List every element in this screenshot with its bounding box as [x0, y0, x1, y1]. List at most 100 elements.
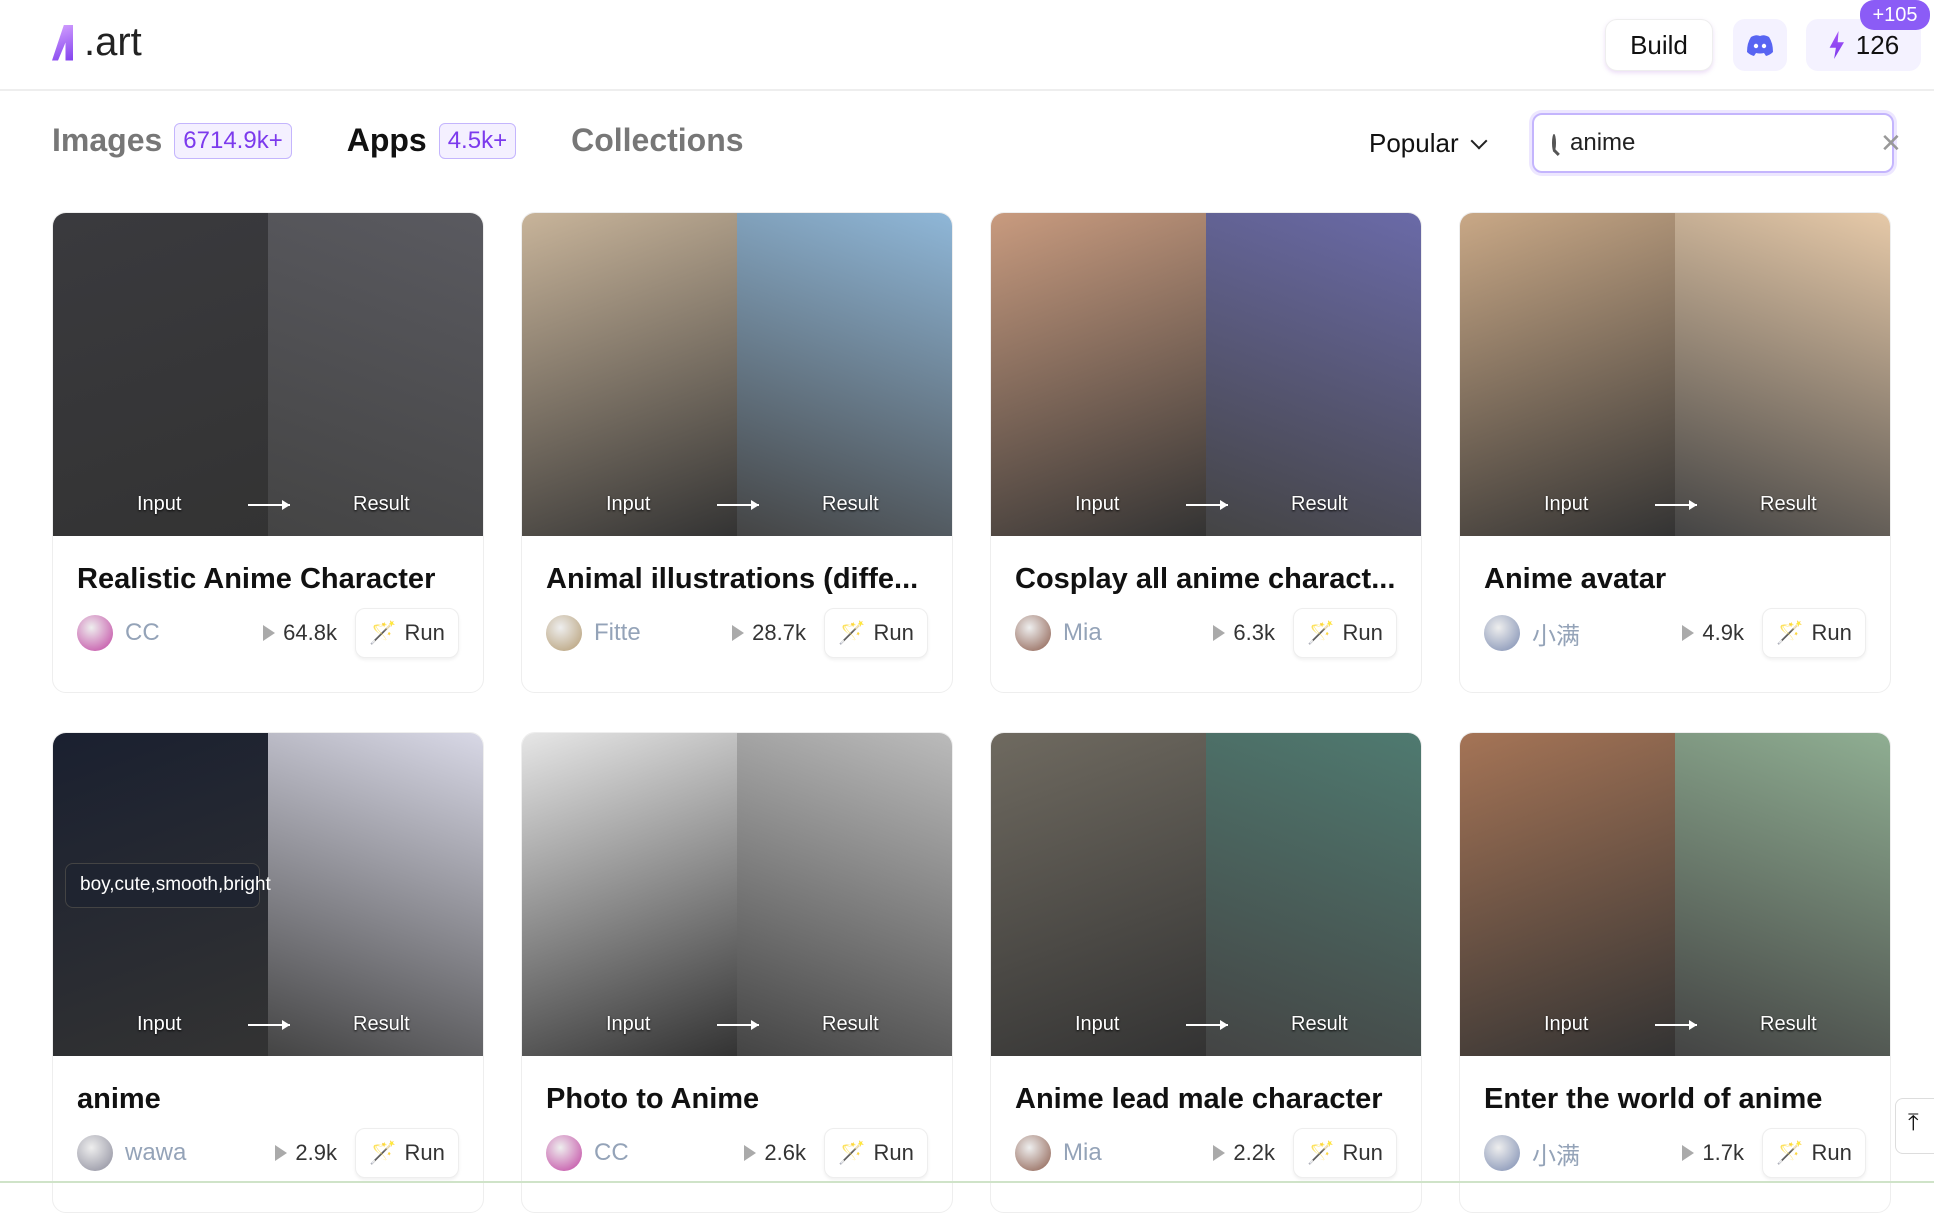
app-title: Anime avatar	[1484, 563, 1667, 595]
author-name[interactable]: Mia	[1063, 619, 1213, 647]
result-label: Result	[1291, 1013, 1348, 1035]
play-icon	[1682, 1145, 1695, 1161]
author-name[interactable]: CC	[594, 1139, 744, 1167]
result-label: Result	[822, 493, 879, 515]
avatar[interactable]	[546, 615, 582, 651]
result-label: Result	[1291, 493, 1348, 515]
arrow-right-icon	[248, 1020, 290, 1030]
run-label: Run	[1811, 620, 1852, 645]
magic-wand-icon: 🪄	[1776, 620, 1804, 645]
play-count: 2.6k	[744, 1140, 806, 1166]
author-name[interactable]: wawa	[125, 1139, 275, 1167]
avatar[interactable]	[546, 1135, 582, 1171]
play-count-value: 1.7k	[1702, 1140, 1744, 1165]
app-card[interactable]: Input Result Anime avatar 小满 4.9k 🪄 Run	[1459, 212, 1891, 693]
input-image	[522, 733, 737, 1056]
app-meta: 小满 1.7k 🪄 Run	[1484, 1128, 1866, 1178]
sort-dropdown[interactable]: Popular	[1369, 128, 1488, 159]
run-label: Run	[873, 1140, 914, 1165]
input-image	[1460, 213, 1675, 536]
play-icon	[263, 625, 276, 641]
play-count: 64.8k	[263, 620, 337, 646]
result-image	[268, 733, 483, 1056]
app-meta: Mia 2.2k 🪄 Run	[1015, 1128, 1397, 1178]
arrow-up-icon: ⤒	[1908, 1109, 1919, 1136]
preview-image: Input Result	[522, 213, 952, 536]
app-card[interactable]: boy,cute,smooth,bright Input Result anim…	[52, 732, 484, 1213]
result-image	[1675, 213, 1890, 536]
run-button[interactable]: 🪄 Run	[824, 608, 928, 658]
input-image	[991, 733, 1206, 1056]
app-card[interactable]: Input Result Enter the world of anime 小满…	[1459, 732, 1891, 1213]
author-name[interactable]: CC	[125, 619, 263, 647]
result-label: Result	[353, 493, 410, 515]
result-image	[737, 213, 952, 536]
tab-label: Images	[52, 122, 163, 158]
run-button[interactable]: 🪄 Run	[355, 1128, 459, 1178]
author-name[interactable]: Mia	[1063, 1139, 1213, 1167]
author-name[interactable]: 小满	[1532, 616, 1682, 651]
run-button[interactable]: 🪄 Run	[1293, 1128, 1397, 1178]
credits-count: 126	[1855, 29, 1900, 60]
back-to-top-button[interactable]: ⤒	[1895, 1098, 1934, 1154]
avatar[interactable]	[1484, 615, 1520, 651]
run-label: Run	[1811, 1140, 1852, 1165]
prompt-text: boy,cute,smooth,bright	[65, 863, 271, 908]
avatar[interactable]	[1015, 615, 1051, 651]
play-icon	[732, 625, 745, 641]
tab-apps[interactable]: Apps 4.5k+	[346, 122, 517, 159]
tab-count: 4.5k+	[438, 122, 517, 159]
discord-icon	[1747, 35, 1773, 56]
sort-label: Popular	[1369, 128, 1459, 158]
app-card[interactable]: Input Result Cosplay all anime charact..…	[990, 212, 1422, 693]
tab-label: Apps	[346, 122, 427, 158]
app-card[interactable]: Input Result Anime lead male character M…	[990, 732, 1422, 1213]
author-name[interactable]: Fitte	[594, 619, 732, 647]
app-title: Animal illustrations (diffe...	[546, 563, 919, 595]
preview-image: Input Result	[53, 213, 483, 536]
logo-text: .art	[84, 20, 142, 64]
play-count: 28.7k	[732, 620, 806, 646]
logo[interactable]: .art	[52, 20, 142, 65]
run-label: Run	[404, 1140, 445, 1165]
author-name[interactable]: 小满	[1532, 1136, 1682, 1171]
play-count-value: 28.7k	[752, 620, 806, 645]
app-card[interactable]: Input Result Animal illustrations (diffe…	[521, 212, 953, 693]
run-button[interactable]: 🪄 Run	[1762, 1128, 1866, 1178]
play-count-value: 2.9k	[295, 1140, 337, 1165]
search-input[interactable]	[1570, 129, 1880, 157]
magic-wand-icon: 🪄	[1307, 620, 1335, 645]
play-count: 4.9k	[1682, 620, 1744, 646]
avatar[interactable]	[1484, 1135, 1520, 1171]
clear-search-icon[interactable]: ✕	[1880, 128, 1902, 159]
avatar[interactable]	[77, 1135, 113, 1171]
app-title: Enter the world of anime	[1484, 1083, 1823, 1115]
app-card[interactable]: Input Result Photo to Anime CC 2.6k 🪄 Run	[521, 732, 953, 1213]
input-image	[53, 213, 268, 536]
app-meta: CC 64.8k 🪄 Run	[77, 608, 459, 658]
magic-wand-icon: 🪄	[369, 1140, 397, 1165]
result-label: Result	[1760, 1013, 1817, 1035]
tab-collections[interactable]: Collections	[571, 122, 743, 159]
app-title: Cosplay all anime charact...	[1015, 563, 1396, 595]
run-button[interactable]: 🪄 Run	[355, 608, 459, 658]
tab-images[interactable]: Images 6714.9k+	[52, 122, 292, 159]
run-button[interactable]: 🪄 Run	[824, 1128, 928, 1178]
run-button[interactable]: 🪄 Run	[1293, 608, 1397, 658]
preview-image: Input Result	[1460, 213, 1890, 536]
magic-wand-icon: 🪄	[1307, 1140, 1335, 1165]
run-button[interactable]: 🪄 Run	[1762, 608, 1866, 658]
app-grid: Input Result Realistic Anime Character C…	[52, 212, 1891, 1213]
input-label: Input	[1075, 1013, 1120, 1035]
app-card[interactable]: Input Result Realistic Anime Character C…	[52, 212, 484, 693]
play-count: 6.3k	[1213, 620, 1275, 646]
magic-wand-icon: 🪄	[838, 620, 866, 645]
avatar[interactable]	[77, 615, 113, 651]
input-label: Input	[137, 1013, 182, 1035]
input-label: Input	[137, 493, 182, 515]
discord-button[interactable]	[1733, 19, 1787, 71]
avatar[interactable]	[1015, 1135, 1051, 1171]
build-button[interactable]: Build	[1605, 19, 1713, 71]
credits-bonus-badge: +105	[1860, 0, 1930, 30]
play-count: 1.7k	[1682, 1140, 1744, 1166]
